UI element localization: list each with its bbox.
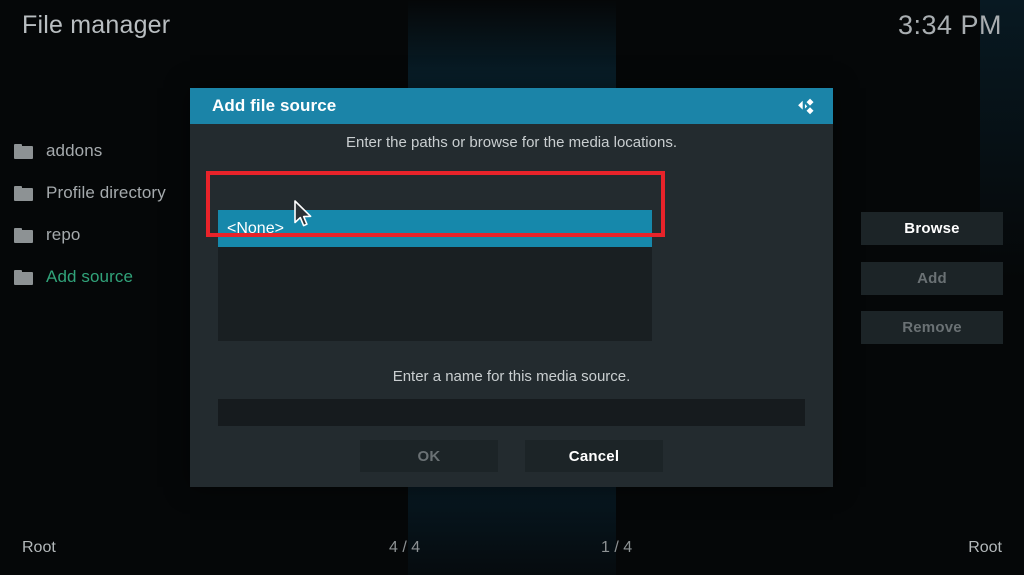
add-file-source-dialog: Add file source Enter the paths or brows… [190, 88, 1003, 487]
media-source-name-input[interactable] [218, 399, 805, 426]
paths-list[interactable]: <None> [218, 210, 652, 341]
ok-button[interactable]: OK [360, 440, 498, 472]
paths-hint-label: Enter the paths or browse for the media … [345, 134, 677, 151]
sidebar-item-label: Profile directory [46, 183, 166, 202]
sidebar-item-addons[interactable]: addons [0, 130, 190, 172]
dialog-title: Add file source [212, 96, 337, 115]
name-hint-label: Enter a name for this media source. [392, 368, 631, 385]
sidebar-item-label: addons [46, 141, 103, 160]
folder-icon [14, 227, 33, 243]
folder-icon [14, 269, 33, 285]
sidebar-item-profile-directory[interactable]: Profile directory [0, 172, 190, 214]
kodi-screen: File manager 3:34 PM addons Profile dire… [0, 0, 1024, 575]
sidebar-item-add-source[interactable]: Add source [0, 256, 190, 298]
kodi-logo-icon [795, 96, 817, 117]
remove-button[interactable]: Remove [861, 311, 1003, 344]
browse-button[interactable]: Browse [861, 212, 1003, 245]
folder-icon [14, 143, 33, 159]
cancel-button[interactable]: Cancel [525, 440, 663, 472]
status-left-path: Root [22, 539, 56, 556]
status-bar: Root 4 / 4 1 / 4 Root [0, 529, 1024, 575]
dialog-body: Enter the paths or browse for the media … [190, 124, 1003, 487]
file-list-left-pane: addons Profile directory repo Add source [0, 130, 190, 298]
clock: 3:34 PM [897, 10, 1002, 40]
page-title: File manager [22, 11, 171, 39]
status-left-count: 4 / 4 [389, 539, 421, 556]
status-right-count: 1 / 4 [601, 539, 633, 556]
dialog-footer-buttons: OK Cancel [190, 440, 833, 472]
sidebar-item-repo[interactable]: repo [0, 214, 190, 256]
sidebar-item-label: Add source [46, 267, 133, 286]
path-list-item[interactable]: <None> [218, 210, 652, 247]
status-right-path: Root [968, 539, 1002, 556]
folder-icon [14, 185, 33, 201]
add-button[interactable]: Add [861, 262, 1003, 295]
sidebar-item-label: repo [46, 225, 81, 244]
dialog-titlebar: Add file source [190, 88, 833, 124]
